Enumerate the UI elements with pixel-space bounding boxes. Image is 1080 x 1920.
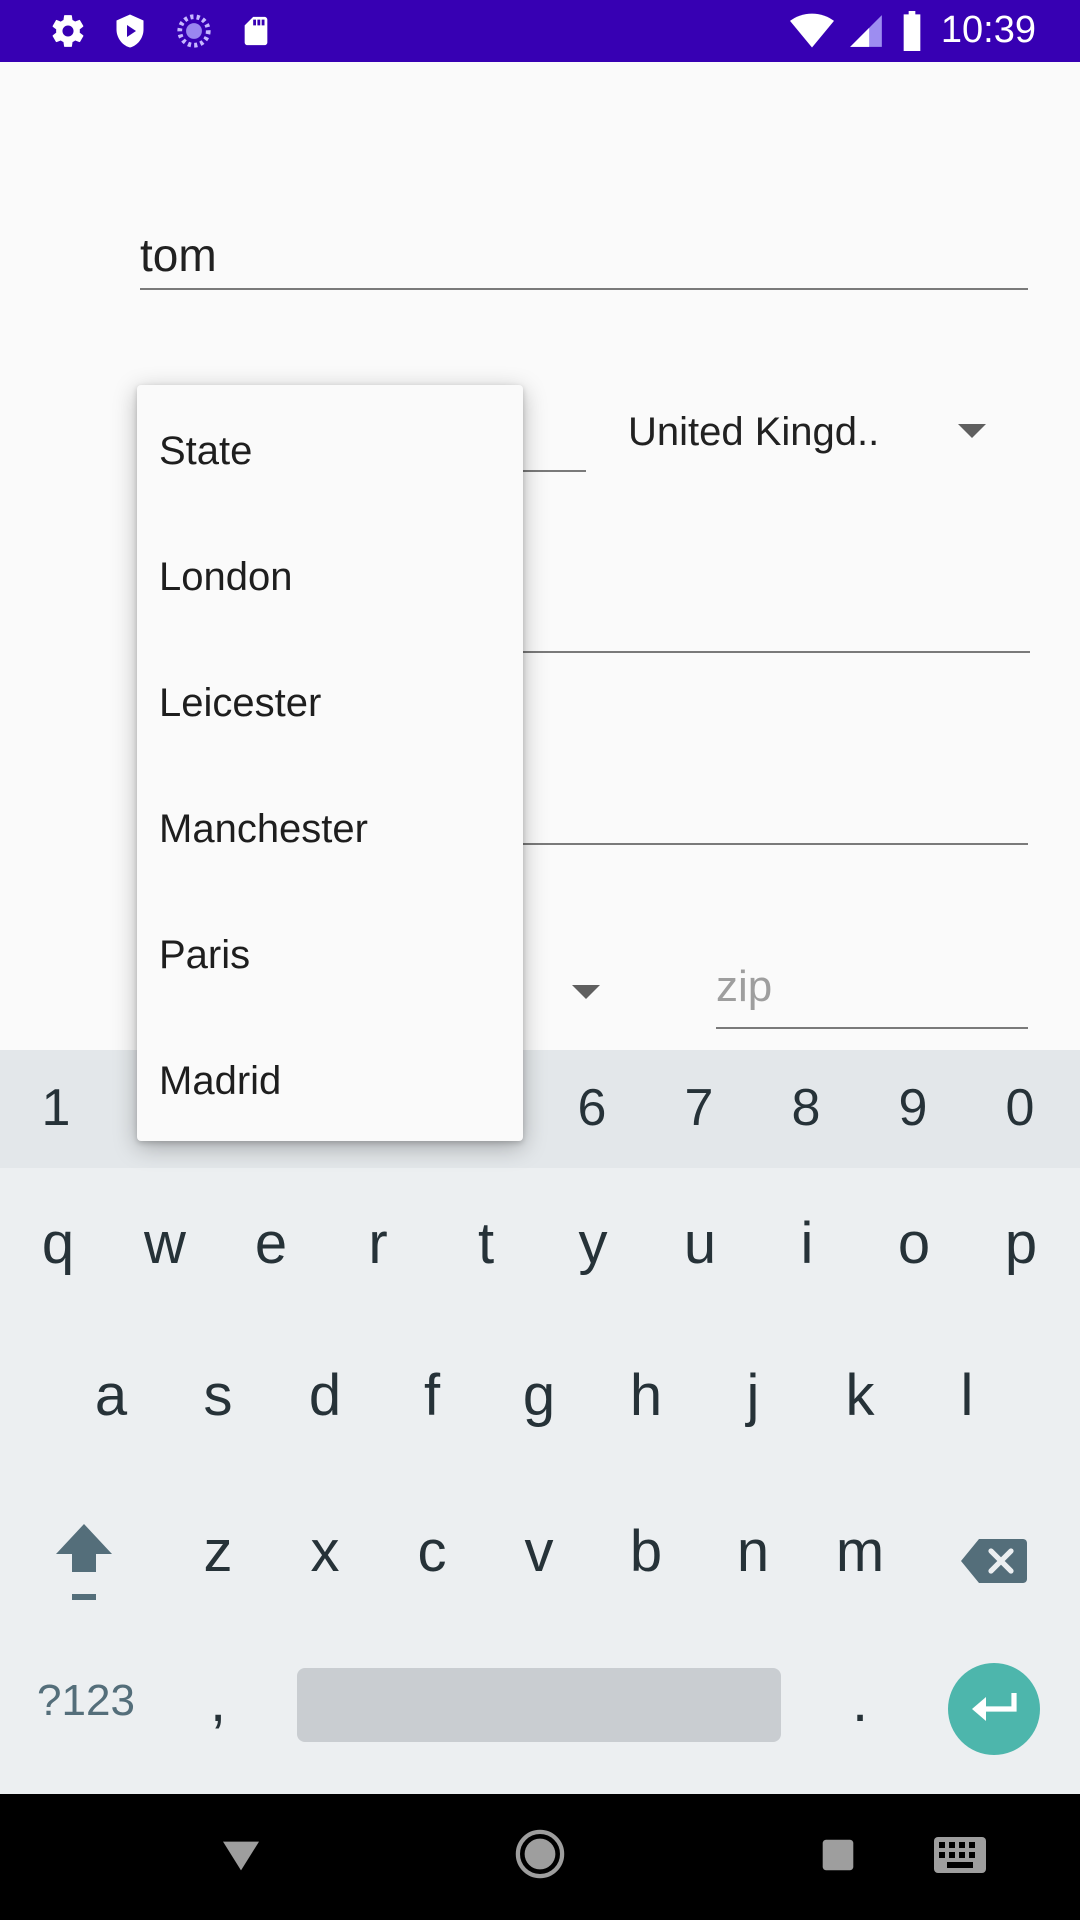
key-d[interactable]: d bbox=[275, 1362, 375, 1429]
cell-signal-icon bbox=[846, 11, 886, 51]
period-key[interactable]: . bbox=[810, 1668, 910, 1735]
zip-field-underline bbox=[716, 1027, 1028, 1029]
key-a[interactable]: a bbox=[61, 1362, 161, 1429]
backspace-icon bbox=[961, 1539, 1027, 1583]
navigation-bar bbox=[0, 1794, 1080, 1920]
key-z[interactable]: z bbox=[168, 1518, 268, 1585]
name-field-underline bbox=[140, 288, 1028, 290]
key-n[interactable]: n bbox=[703, 1518, 803, 1585]
backspace-key[interactable] bbox=[944, 1532, 1044, 1592]
key-r[interactable]: r bbox=[328, 1210, 428, 1277]
key-i[interactable]: i bbox=[757, 1210, 857, 1277]
key-q[interactable]: q bbox=[8, 1210, 108, 1277]
key-o[interactable]: o bbox=[864, 1210, 964, 1277]
comma-key[interactable]: , bbox=[168, 1668, 268, 1735]
key-b[interactable]: b bbox=[596, 1518, 696, 1585]
key-u[interactable]: u bbox=[650, 1210, 750, 1277]
keyboard-switch-icon[interactable] bbox=[930, 1830, 990, 1880]
key-t[interactable]: t bbox=[436, 1210, 536, 1277]
enter-key[interactable] bbox=[948, 1663, 1040, 1755]
key-1[interactable]: 1 bbox=[6, 1078, 106, 1138]
state-option-state[interactable]: State bbox=[159, 429, 252, 474]
key-y[interactable]: y bbox=[543, 1210, 643, 1277]
recents-icon[interactable] bbox=[816, 1830, 860, 1880]
shift-icon bbox=[56, 1524, 112, 1600]
zip-input[interactable]: zip bbox=[716, 962, 772, 1012]
region-dropdown-arrow-icon[interactable] bbox=[572, 985, 600, 999]
key-e[interactable]: e bbox=[221, 1210, 321, 1277]
wifi-icon bbox=[790, 11, 834, 51]
enter-icon bbox=[972, 1693, 1017, 1721]
battery-icon bbox=[894, 11, 930, 51]
key-8[interactable]: 8 bbox=[756, 1078, 856, 1138]
key-9[interactable]: 9 bbox=[863, 1078, 963, 1138]
key-x[interactable]: x bbox=[275, 1518, 375, 1585]
symbols-key[interactable]: ?123 bbox=[22, 1676, 150, 1726]
key-m[interactable]: m bbox=[810, 1518, 910, 1585]
home-icon[interactable] bbox=[510, 1824, 570, 1884]
settings-icon bbox=[48, 11, 88, 51]
state-option-leicester[interactable]: Leicester bbox=[159, 681, 321, 726]
state-option-madrid[interactable]: Madrid bbox=[159, 1059, 281, 1104]
key-7[interactable]: 7 bbox=[649, 1078, 749, 1138]
key-c[interactable]: c bbox=[382, 1518, 482, 1585]
key-6[interactable]: 6 bbox=[542, 1078, 642, 1138]
key-0[interactable]: 0 bbox=[970, 1078, 1070, 1138]
country-dropdown-arrow-icon[interactable] bbox=[958, 424, 986, 438]
sd-card-icon bbox=[236, 11, 276, 51]
key-h[interactable]: h bbox=[596, 1362, 696, 1429]
space-key[interactable] bbox=[297, 1668, 781, 1742]
key-f[interactable]: f bbox=[382, 1362, 482, 1429]
name-input-value[interactable]: tom bbox=[140, 228, 217, 282]
key-s[interactable]: s bbox=[168, 1362, 268, 1429]
key-j[interactable]: j bbox=[703, 1362, 803, 1429]
key-l[interactable]: l bbox=[917, 1362, 1017, 1429]
key-k[interactable]: k bbox=[810, 1362, 910, 1429]
shift-key[interactable] bbox=[34, 1520, 134, 1600]
soft-keyboard: 1 2 3 4 5 6 7 8 9 0 q w e r t y u i o p … bbox=[0, 1050, 1080, 1794]
country-spinner-value[interactable]: United Kingd.. bbox=[628, 410, 879, 455]
clock: 10:39 bbox=[940, 9, 1036, 51]
status-bar: 10:39 bbox=[0, 0, 1080, 62]
shield-icon bbox=[110, 11, 150, 51]
state-option-london[interactable]: London bbox=[159, 555, 292, 600]
key-v[interactable]: v bbox=[489, 1518, 589, 1585]
key-p[interactable]: p bbox=[971, 1210, 1071, 1277]
back-icon[interactable] bbox=[216, 1828, 266, 1884]
sync-icon bbox=[174, 11, 214, 51]
key-g[interactable]: g bbox=[489, 1362, 589, 1429]
state-dropdown-popup: State London Leicester Manchester Paris … bbox=[137, 385, 523, 1141]
state-option-manchester[interactable]: Manchester bbox=[159, 807, 368, 852]
key-w[interactable]: w bbox=[115, 1210, 215, 1277]
state-option-paris[interactable]: Paris bbox=[159, 933, 250, 978]
